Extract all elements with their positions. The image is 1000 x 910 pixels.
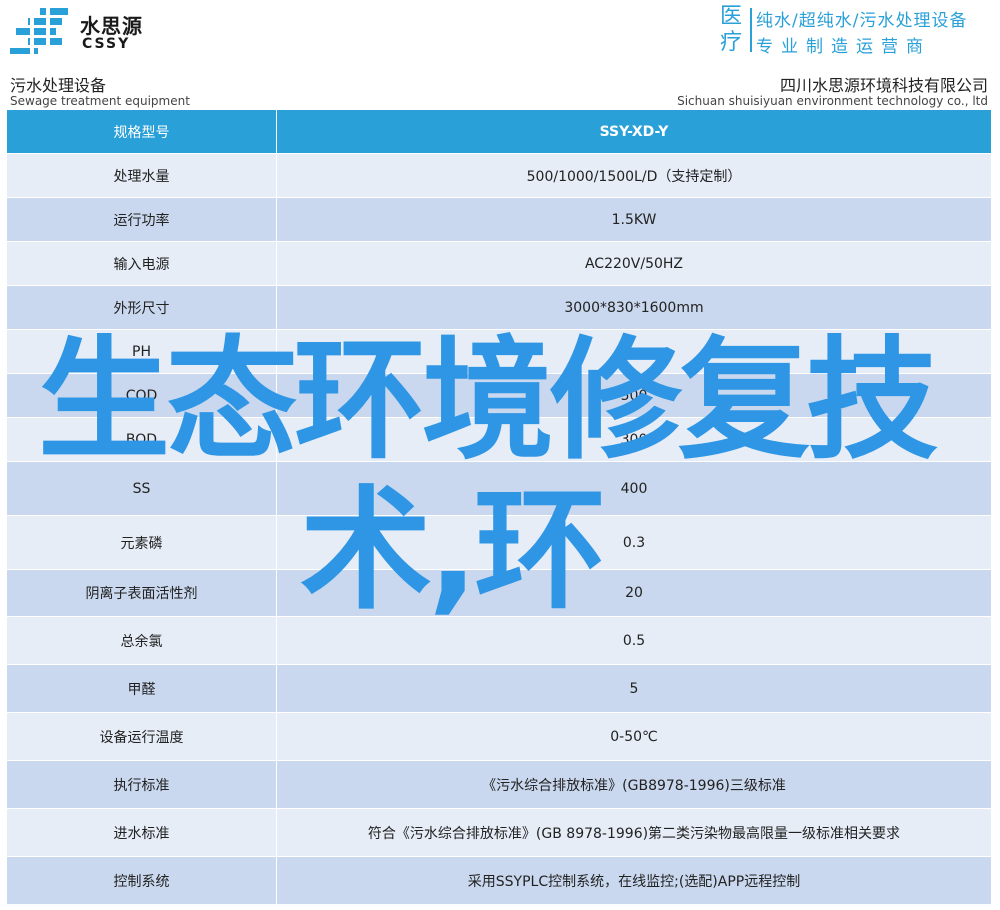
table-row: 进水标准 符合《污水综合排放标准》(GB 8978-1996)第二类污染物最高限…	[7, 808, 992, 857]
row-value: 0.3	[276, 515, 992, 570]
row-label: SS	[7, 461, 277, 516]
table-row: 元素磷 0.3	[7, 515, 992, 570]
row-label: 输入电源	[7, 241, 277, 286]
header-label-cell: 规格型号	[7, 110, 277, 154]
row-value: 《污水综合排放标准》(GB8978-1996)三级标准	[276, 760, 992, 809]
row-label: BOD	[7, 417, 277, 462]
company-name-cn: 四川水思源环境科技有限公司	[779, 76, 988, 95]
row-label: COD	[7, 373, 277, 418]
table-row: 设备运行温度 0-50℃	[7, 712, 992, 761]
row-value: 0.5	[276, 616, 992, 665]
row-label: 设备运行温度	[7, 712, 277, 761]
table-row: 控制系统 采用SSYPLC控制系统，在线监控;(选配)APP远程控制	[7, 856, 992, 905]
table-row: 执行标准 《污水综合排放标准》(GB8978-1996)三级标准	[7, 760, 992, 809]
slogan-divider	[750, 8, 752, 52]
row-value: 500/1000/1500L/D（支持定制）	[276, 153, 992, 198]
row-value: 1.5KW	[276, 197, 992, 242]
row-label: 处理水量	[7, 153, 277, 198]
slogan-line2: 专业制造运营商	[756, 37, 931, 57]
row-label: 外形尺寸	[7, 285, 277, 330]
row-value: 500	[276, 373, 992, 418]
sub-header: 污水处理设备 Sewage treatment equipment 四川水思源环…	[8, 70, 992, 110]
table-row: PH 6~	[7, 329, 992, 374]
row-label: 阴离子表面活性剂	[7, 569, 277, 617]
row-label: 执行标准	[7, 760, 277, 809]
header-slogan: 医疗 纯水/超纯水/污水处理设备 专业制造运营商	[720, 4, 996, 57]
table-header-row: 规格型号 SSY-XD-Y	[7, 110, 992, 154]
row-label: PH	[7, 329, 277, 374]
row-value: AC220V/50HZ	[276, 241, 992, 286]
row-label: 元素磷	[7, 515, 277, 570]
table-row: BOD 300	[7, 417, 992, 462]
row-label: 进水标准	[7, 808, 277, 857]
page-header: 水思源 CSSY 医疗 纯水/超纯水/污水处理设备 专业制造运营商	[0, 0, 1000, 60]
table-row: 输入电源 AC220V/50HZ	[7, 241, 992, 286]
table-row: 外形尺寸 3000*830*1600mm	[7, 285, 992, 330]
table-row: 处理水量 500/1000/1500L/D（支持定制）	[7, 153, 992, 198]
row-value: 采用SSYPLC控制系统，在线监控;(选配)APP远程控制	[276, 856, 992, 905]
row-value: 300	[276, 417, 992, 462]
row-value: 符合《污水综合排放标准》(GB 8978-1996)第二类污染物最高限量一级标准…	[276, 808, 992, 857]
spec-table: 规格型号 SSY-XD-Y 处理水量 500/1000/1500L/D（支持定制…	[7, 110, 992, 905]
row-value: 6~	[276, 329, 992, 374]
row-value: 0-50℃	[276, 712, 992, 761]
row-value: 5	[276, 664, 992, 713]
table-row: 总余氯 0.5	[7, 616, 992, 665]
header-value-cell: SSY-XD-Y	[276, 110, 992, 154]
product-category-en: Sewage treatment equipment	[10, 94, 190, 108]
brand-logo[interactable]: 水思源 CSSY	[6, 4, 166, 56]
product-category-cn: 污水处理设备	[10, 76, 107, 95]
row-value: 20	[276, 569, 992, 617]
category-label: 医疗	[720, 4, 743, 55]
table-row: 甲醛 5	[7, 664, 992, 713]
row-label: 总余氯	[7, 616, 277, 665]
table-row: COD 500	[7, 373, 992, 418]
row-label: 控制系统	[7, 856, 277, 905]
water-logo-icon	[10, 4, 68, 56]
row-value: 400	[276, 461, 992, 516]
row-label: 甲醛	[7, 664, 277, 713]
brand-name-cn: 水思源	[80, 14, 143, 38]
row-value: 3000*830*1600mm	[276, 285, 992, 330]
table-row: 阴离子表面活性剂 20	[7, 569, 992, 617]
company-name-en: Sichuan shuisiyuan environment technolog…	[677, 94, 988, 108]
table-row: 运行功率 1.5KW	[7, 197, 992, 242]
row-label: 运行功率	[7, 197, 277, 242]
slogan-line1: 纯水/超纯水/污水处理设备	[756, 11, 968, 31]
brand-name-en: CSSY	[82, 36, 131, 52]
table-row: SS 400	[7, 461, 992, 516]
